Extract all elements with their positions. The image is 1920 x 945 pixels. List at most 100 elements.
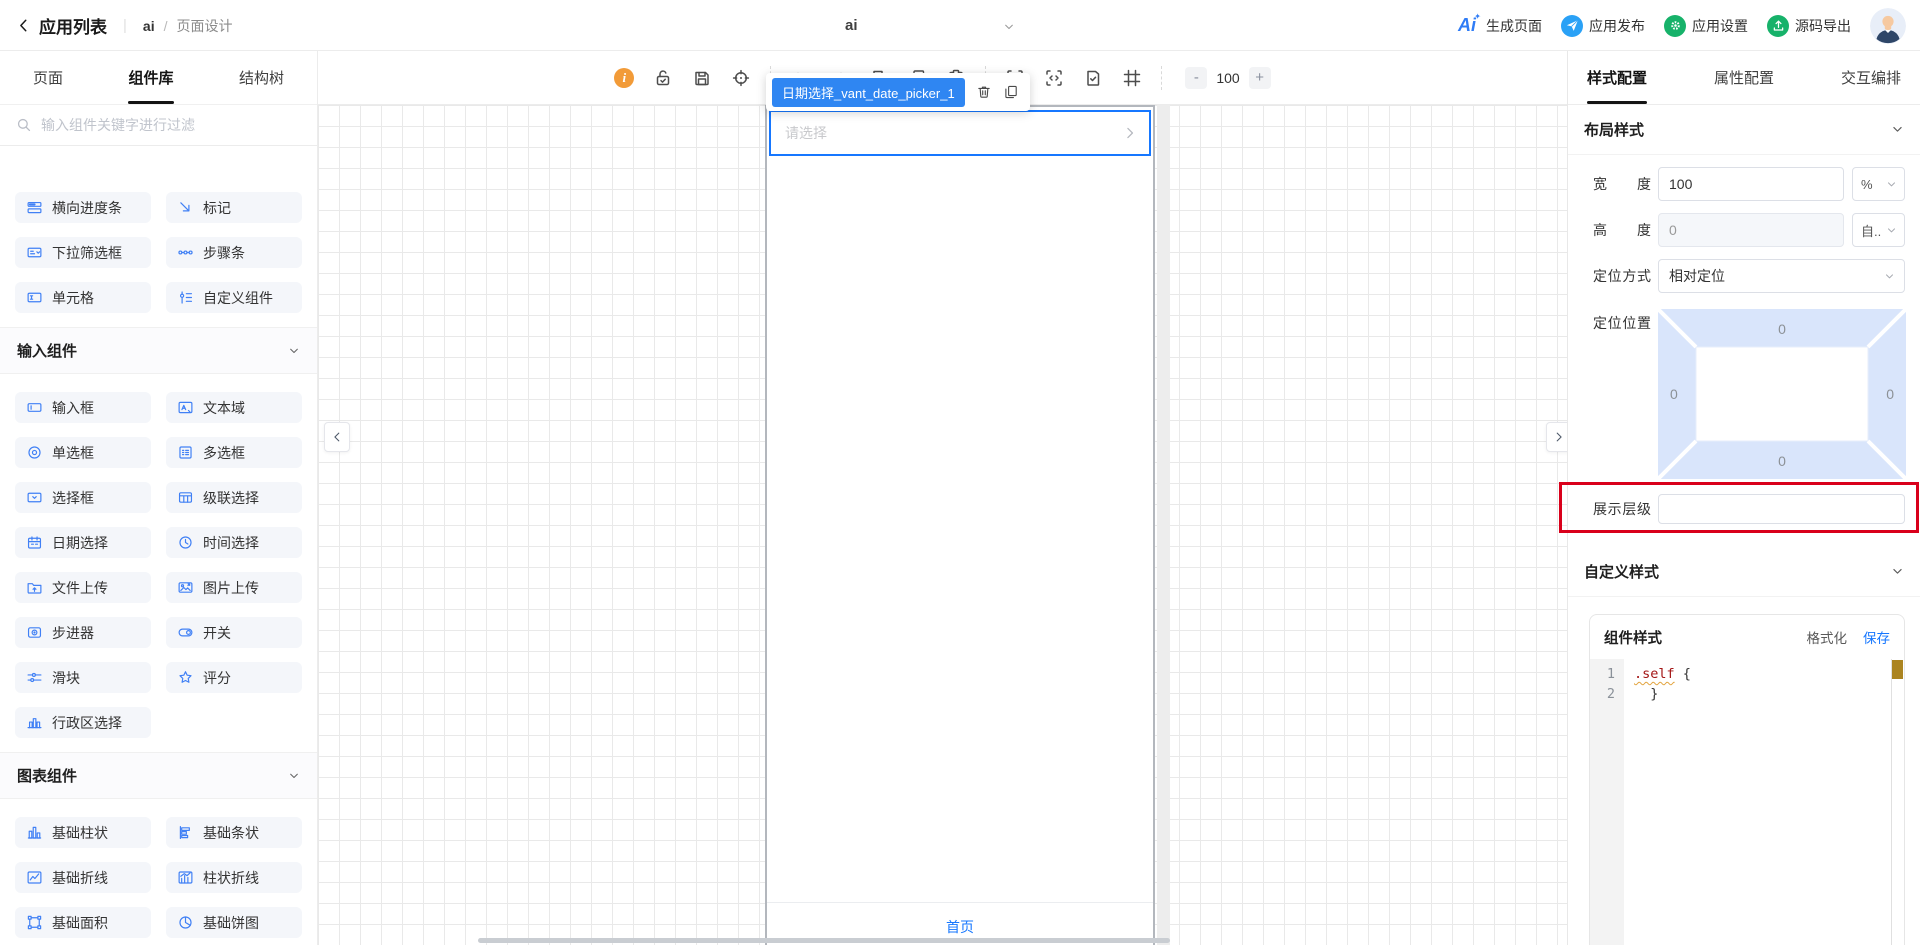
component-item[interactable]: 级联选择 <box>166 482 302 513</box>
save-icon[interactable] <box>692 68 712 88</box>
component-item[interactable]: 时间选择 <box>166 527 302 558</box>
width-input[interactable] <box>1658 167 1844 201</box>
save-button[interactable]: 保存 <box>1863 627 1890 647</box>
component-item[interactable]: 单选框 <box>15 437 151 468</box>
app-select-chevron-icon[interactable] <box>1003 21 1015 33</box>
component-item[interactable]: 标记 <box>166 192 302 223</box>
width-unit-select[interactable]: % <box>1852 167 1905 201</box>
component-item[interactable]: 选择框 <box>15 482 151 513</box>
component-item[interactable]: 评分 <box>166 662 302 693</box>
component-group-header[interactable]: 输入组件 <box>0 327 317 374</box>
component-item[interactable]: 基础条状 <box>166 817 302 848</box>
time-icon <box>177 534 194 551</box>
component-group-header[interactable]: 图表组件 <box>0 752 317 799</box>
box-left-value[interactable]: 0 <box>1670 386 1678 402</box>
search-input[interactable] <box>41 117 301 133</box>
editor-scrollbar[interactable] <box>1891 659 1904 945</box>
custom-style-section-header[interactable]: 自定义样式 <box>1568 547 1920 597</box>
config-panel: 样式配置 属性配置 交互编排 布局样式 宽度 % 高度 自.. 定位方式 相对定位 <box>1567 51 1920 945</box>
component-item[interactable]: 柱状折线 <box>166 862 302 893</box>
panel-tab-props-config[interactable]: 属性配置 <box>1714 51 1774 104</box>
component-item[interactable]: 日期选择 <box>15 527 151 558</box>
format-button[interactable]: 格式化 <box>1807 627 1848 647</box>
layout-style-section-header[interactable]: 布局样式 <box>1568 105 1920 155</box>
back-title[interactable]: 应用列表 <box>39 13 107 38</box>
box-top-value[interactable]: 0 <box>1658 321 1906 337</box>
info-icon[interactable]: i <box>614 67 635 88</box>
component-item[interactable]: 滑块 <box>15 662 151 693</box>
duplicate-component-icon[interactable] <box>1003 84 1019 100</box>
component-item[interactable]: 多选框 <box>166 437 302 468</box>
z-index-row: 展示层级 <box>1593 494 1905 524</box>
position-mode-select[interactable]: 相对定位 <box>1658 259 1905 293</box>
tabbar-home-tab[interactable]: 首页 <box>946 917 974 937</box>
z-index-input[interactable] <box>1658 494 1905 524</box>
component-grid: 基础柱状基础条状基础折线柱状折线基础面积基础饼图玫瑰图雷达图 <box>0 817 317 945</box>
canvas-horizontal-scrollbar[interactable] <box>478 938 1170 943</box>
box-right-value[interactable]: 0 <box>1886 386 1894 402</box>
component-item[interactable]: 基础饼图 <box>166 907 302 938</box>
component-item[interactable]: 下拉筛选框 <box>15 237 151 268</box>
component-item[interactable]: 步骤条 <box>166 237 302 268</box>
component-item[interactable]: 横向进度条 <box>15 192 151 223</box>
back-icon[interactable] <box>16 18 31 33</box>
design-canvas[interactable]: 请选择 首页 <box>318 105 1567 945</box>
selected-date-picker-field[interactable]: 请选择 <box>769 110 1151 156</box>
header-action-app-publish[interactable]: 应用发布 <box>1561 14 1645 37</box>
user-avatar[interactable] <box>1870 7 1906 44</box>
header-action-label: 源码导出 <box>1795 17 1851 34</box>
box-bottom-value[interactable]: 0 <box>1658 453 1906 469</box>
code-content[interactable]: .self { } <box>1624 659 1904 945</box>
component-item[interactable]: 基础柱状 <box>15 817 151 848</box>
sidebar-tab-structure-tree[interactable]: 结构树 <box>239 51 284 104</box>
collapse-right-panel-button[interactable] <box>1546 422 1567 452</box>
component-item-label: 图片上传 <box>203 579 259 596</box>
zoom-in-button[interactable]: + <box>1248 66 1271 89</box>
header-action-code-export[interactable]: 源码导出 <box>1767 14 1851 37</box>
export-icon <box>1771 18 1786 33</box>
unlock-icon[interactable] <box>653 68 673 88</box>
height-unit-select[interactable]: 自.. <box>1852 213 1905 247</box>
canvas-vertical-scrollbar[interactable] <box>1157 105 1170 945</box>
sidebar-tab-pages[interactable]: 页面 <box>33 51 63 104</box>
app-select[interactable]: ai <box>845 0 858 51</box>
height-input[interactable] <box>1658 213 1844 247</box>
component-item[interactable]: 行政区选择 <box>15 707 151 738</box>
component-item[interactable]: 文本域 <box>166 392 302 423</box>
breadcrumb-app[interactable]: ai <box>143 18 155 34</box>
component-item[interactable]: 基础折线 <box>15 862 151 893</box>
component-item[interactable]: 基础面积 <box>15 907 151 938</box>
delete-component-icon[interactable] <box>976 84 992 100</box>
chart-pie-icon <box>177 914 194 931</box>
css-selector-token: .self <box>1634 666 1675 682</box>
chevron-down-icon <box>288 770 300 782</box>
header-action-generate-page[interactable]: Ai ✦ 生成页面 <box>1458 12 1542 36</box>
panel-tab-interaction-config[interactable]: 交互编排 <box>1841 51 1901 104</box>
selected-component-tooltip: 日期选择_vant_date_picker_1 <box>766 73 1030 111</box>
collapse-left-panel-button[interactable] <box>324 422 350 452</box>
component-item[interactable]: 输入框 <box>15 392 151 423</box>
component-item[interactable]: 步进器 <box>15 617 151 648</box>
zoom-out-button[interactable]: - <box>1185 66 1208 89</box>
component-item[interactable]: 单元格 <box>15 282 151 313</box>
target-icon[interactable] <box>731 68 751 88</box>
sidebar-tab-components[interactable]: 组件库 <box>128 51 173 104</box>
component-item[interactable]: 文件上传 <box>15 572 151 603</box>
chart-hbar-icon <box>177 824 194 841</box>
panel-tab-style-config[interactable]: 样式配置 <box>1587 51 1647 104</box>
code-line-number: 1 <box>1606 666 1615 682</box>
component-item[interactable]: 图片上传 <box>166 572 302 603</box>
publish-icon <box>1565 18 1580 33</box>
frame-icon[interactable] <box>1122 68 1142 88</box>
component-item[interactable]: 自定义组件 <box>166 282 302 313</box>
chevron-right-icon <box>1553 431 1565 443</box>
header-action-app-settings[interactable]: 应用设置 <box>1664 14 1748 37</box>
file-upload-icon <box>26 579 43 596</box>
position-box-widget[interactable]: 0 0 0 0 <box>1656 307 1908 481</box>
doc-check-icon[interactable] <box>1083 68 1103 88</box>
settings-icon <box>1668 18 1683 33</box>
component-item[interactable]: 开关 <box>166 617 302 648</box>
code-view-icon[interactable] <box>1044 68 1064 88</box>
css-code-editor[interactable]: 12 .self { } <box>1590 659 1904 945</box>
editor-scroll-marker <box>1892 660 1903 679</box>
